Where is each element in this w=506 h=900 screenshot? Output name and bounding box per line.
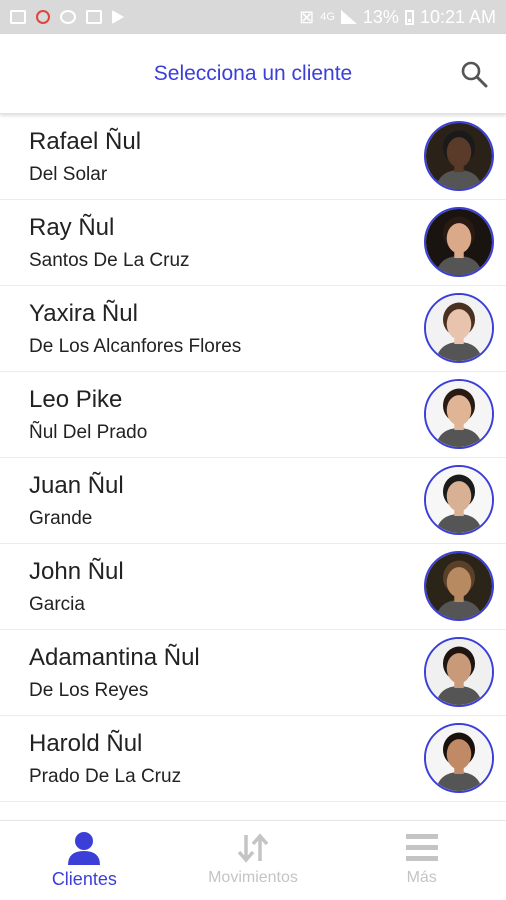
tab-mas[interactable]: Más — [337, 821, 506, 900]
copy-icon — [86, 10, 102, 24]
play-store-icon — [112, 10, 124, 24]
network-type: 4G — [320, 11, 335, 23]
swap-arrows-icon — [237, 833, 269, 863]
signal-icon — [340, 10, 357, 24]
client-name: Juan Ñul — [29, 472, 124, 499]
client-list-item[interactable]: John Ñul Garcia — [0, 544, 506, 630]
client-surname: De Los Reyes — [29, 680, 149, 701]
client-name: Ray Ñul — [29, 214, 115, 241]
battery-percent: 13% — [362, 6, 399, 27]
client-surname: Ñul Del Prado — [29, 422, 148, 443]
notification-icons — [10, 10, 124, 24]
mute-icon: ⊠ — [299, 6, 315, 27]
app-bar: Selecciona un cliente — [0, 34, 506, 114]
client-name: Yaxira Ñul — [29, 300, 138, 327]
avatar[interactable] — [424, 551, 494, 621]
app-notification-icon — [36, 10, 50, 24]
client-surname: De Los Alcanfores Flores — [29, 336, 242, 357]
client-list: Rafael Ñul Del Solar Ray Ñul Santos De L… — [0, 114, 506, 802]
client-list-item[interactable]: Juan Ñul Grande — [0, 458, 506, 544]
client-list-item[interactable]: Harold Ñul Prado De La Cruz — [0, 716, 506, 802]
tab-clientes-label: Clientes — [51, 869, 117, 889]
client-list-item[interactable]: Rafael Ñul Del Solar — [0, 114, 506, 200]
person-icon — [68, 832, 101, 865]
avatar-portrait — [426, 725, 492, 791]
avatar[interactable] — [424, 637, 494, 707]
client-list-item[interactable]: Adamantina Ñul De Los Reyes — [0, 630, 506, 716]
gallery-icon — [10, 10, 26, 24]
accessibility-icon — [60, 10, 76, 24]
avatar[interactable] — [424, 293, 494, 363]
tab-movimientos[interactable]: Movimientos — [169, 821, 338, 900]
client-name: Harold Ñul — [29, 730, 143, 757]
client-surname: Del Solar — [29, 164, 108, 185]
search-button[interactable] — [460, 60, 488, 88]
avatar[interactable] — [424, 723, 494, 793]
bottom-navigation: Clientes Movimientos Más — [0, 820, 506, 900]
tab-clientes[interactable]: Clientes — [0, 821, 169, 900]
battery-icon — [404, 9, 414, 25]
avatar-portrait — [426, 467, 492, 533]
menu-icon — [405, 834, 438, 861]
avatar[interactable] — [424, 121, 494, 191]
client-list-item[interactable]: Ray Ñul Santos De La Cruz — [0, 200, 506, 286]
search-icon — [461, 61, 488, 88]
client-name: Leo Pike — [29, 386, 123, 413]
client-list-item[interactable]: Leo Pike Ñul Del Prado — [0, 372, 506, 458]
client-surname: Grande — [29, 508, 93, 529]
avatar-portrait — [426, 639, 492, 705]
tab-mas-label: Más — [406, 869, 437, 886]
status-bar: ⊠ 4G 13% 10:21 AM — [0, 0, 506, 34]
avatar[interactable] — [424, 465, 494, 535]
clock: 10:21 AM — [419, 6, 496, 27]
client-name: Adamantina Ñul — [29, 644, 200, 671]
client-list-item[interactable]: Yaxira Ñul De Los Alcanfores Flores — [0, 286, 506, 372]
avatar-portrait — [426, 123, 492, 189]
client-surname: Santos De La Cruz — [29, 250, 190, 271]
page-title: Selecciona un cliente — [153, 61, 353, 85]
avatar-portrait — [426, 295, 492, 361]
avatar[interactable] — [424, 379, 494, 449]
client-name: Rafael Ñul — [29, 128, 142, 155]
avatar-portrait — [426, 209, 492, 275]
system-icons: ⊠ 4G 13% 10:21 AM — [299, 7, 496, 28]
avatar-portrait — [426, 553, 492, 619]
avatar-portrait — [426, 381, 492, 447]
client-name: John Ñul — [29, 558, 124, 585]
client-surname: Garcia — [29, 594, 85, 615]
client-surname: Prado De La Cruz — [29, 766, 182, 787]
avatar[interactable] — [424, 207, 494, 277]
tab-movimientos-label: Movimientos — [208, 869, 298, 886]
